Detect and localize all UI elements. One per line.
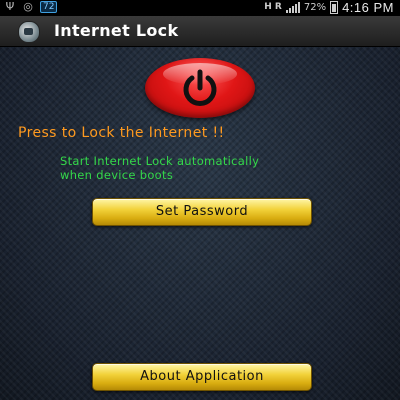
battery-icon [330,1,339,14]
battery-percent: 72% [303,2,327,13]
battery-badge: 72 [40,1,58,13]
usb-icon: Ψ [5,0,15,13]
set-password-button[interactable]: Set Password [92,198,312,226]
status-bar-system: H R 72% 4:16 PM [264,0,394,15]
auto-start-line-1: Start Internet Lock automatically [60,154,260,168]
app-notification-icon: ◎ [23,0,33,13]
auto-start-option[interactable]: Start Internet Lock automatically when d… [60,154,380,182]
lock-prompt: Press to Lock the Internet !! [18,125,225,141]
power-icon [183,69,217,106]
status-bar: Ψ ◎ 72 H R 72% 4:16 PM [0,0,400,16]
signal-icon [285,2,300,13]
clock: 4:16 PM [342,0,394,15]
auto-start-line-2: when device boots [60,168,174,182]
power-lock-button[interactable] [145,58,255,118]
app-icon [18,21,40,43]
network-type-label: H R [264,2,282,12]
status-bar-notifications: Ψ ◎ 72 [4,0,58,13]
title-bar: Internet Lock [0,16,400,47]
app-title: Internet Lock [54,21,179,40]
about-application-button[interactable]: About Application [92,363,312,391]
